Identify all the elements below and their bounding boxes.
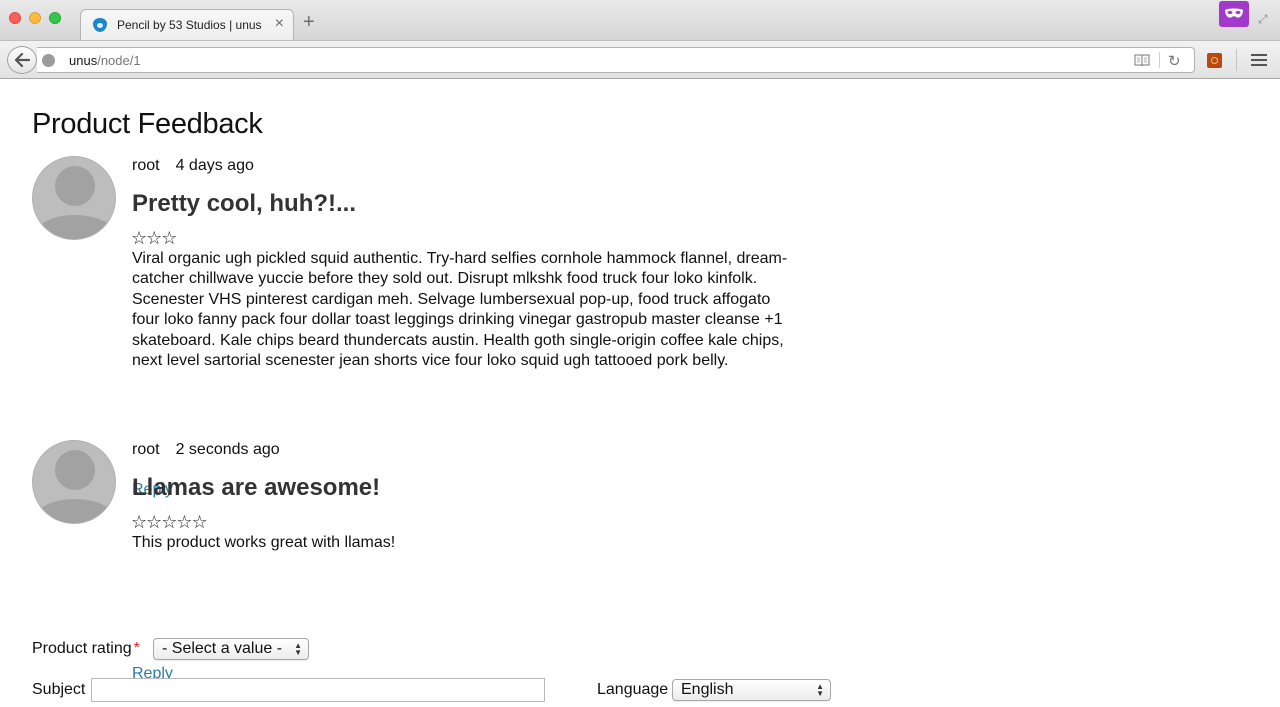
tab-title: Pencil by 53 Studios | unus (117, 18, 262, 32)
avatar (32, 156, 116, 240)
drupal-favicon-icon (93, 18, 107, 32)
comment-subject[interactable]: Llamas are awesome! (132, 474, 380, 502)
comment-body: This product works great with llamas! (132, 534, 396, 551)
product-rating-field: Product rating * (32, 640, 140, 658)
toolbar-divider (1236, 49, 1237, 71)
subject-label: Subject (32, 681, 86, 698)
window-minimize-button[interactable] (29, 12, 41, 24)
default-user-icon (33, 157, 115, 239)
reader-view-icon[interactable] (1134, 54, 1150, 66)
comment-date[interactable]: 2 seconds ago (176, 441, 280, 458)
tab-strip: Pencil by 53 Studios | unus × + ⤢ (0, 0, 1280, 40)
product-rating-label: Product rating (32, 640, 132, 657)
required-marker: * (133, 640, 140, 657)
select-arrows-icon: ▲ ▼ (294, 641, 302, 657)
language-label: Language (597, 681, 669, 698)
comment-body: Viral organic ugh pickled squid authenti… (132, 250, 788, 370)
comment-author[interactable]: root (132, 441, 160, 458)
language-select[interactable]: English ▲ ▼ (672, 679, 831, 701)
url-bar[interactable]: unus/node/1 ↻ (37, 47, 1195, 73)
avatar (32, 440, 116, 524)
subject-input[interactable] (91, 678, 545, 702)
product-rating-value: - Select a value - (162, 640, 283, 657)
language-value: English (681, 681, 734, 698)
comment: root 2 seconds ago Llamas are awesome! ☆☆… (32, 440, 812, 682)
comment-subject[interactable]: Pretty cool, huh?!... (132, 190, 356, 218)
reload-icon[interactable]: ↻ (1168, 52, 1181, 70)
addon-toolbar-icon[interactable] (1207, 53, 1222, 68)
url-path: /node/1 (97, 53, 141, 68)
back-arrow-icon (14, 53, 30, 67)
url-divider (1159, 52, 1160, 68)
url-host: unus (69, 53, 98, 68)
url-text[interactable]: unus/node/1 (69, 53, 141, 68)
private-browsing-mask-icon[interactable] (1219, 1, 1249, 27)
window-maximize-button[interactable] (49, 12, 61, 24)
hamburger-menu-icon[interactable] (1251, 54, 1267, 66)
new-tab-button[interactable]: + (303, 12, 315, 32)
window-close-button[interactable] (9, 12, 21, 24)
browser-tab[interactable]: Pencil by 53 Studios | unus × (80, 9, 294, 40)
fullscreen-icon[interactable]: ⤢ (1258, 12, 1268, 27)
comment: root 4 days ago Pretty cool, huh?!... ☆☆☆… (32, 156, 812, 498)
star-rating: ☆☆☆☆☆ (131, 512, 208, 532)
product-rating-select[interactable]: - Select a value - ▲ ▼ (153, 638, 309, 660)
comment-meta: root 4 days ago (132, 157, 254, 175)
page-content: Product Feedback root 4 days ago Pretty c… (0, 79, 1280, 707)
default-user-icon (33, 441, 115, 523)
star-rating: ☆☆☆ (131, 228, 177, 248)
comment-author[interactable]: root (132, 157, 160, 174)
tab-close-icon[interactable]: × (275, 15, 284, 33)
navigation-bar: unus/node/1 ↻ (0, 40, 1280, 79)
comment-meta: root 2 seconds ago (132, 441, 280, 459)
select-arrows-icon: ▲ ▼ (816, 682, 824, 698)
page-title: Product Feedback (32, 108, 263, 140)
back-button[interactable] (7, 46, 37, 74)
globe-icon (42, 54, 55, 67)
browser-chrome: Pencil by 53 Studios | unus × + ⤢ unus/n… (0, 0, 1280, 79)
comment-date[interactable]: 4 days ago (176, 157, 254, 174)
